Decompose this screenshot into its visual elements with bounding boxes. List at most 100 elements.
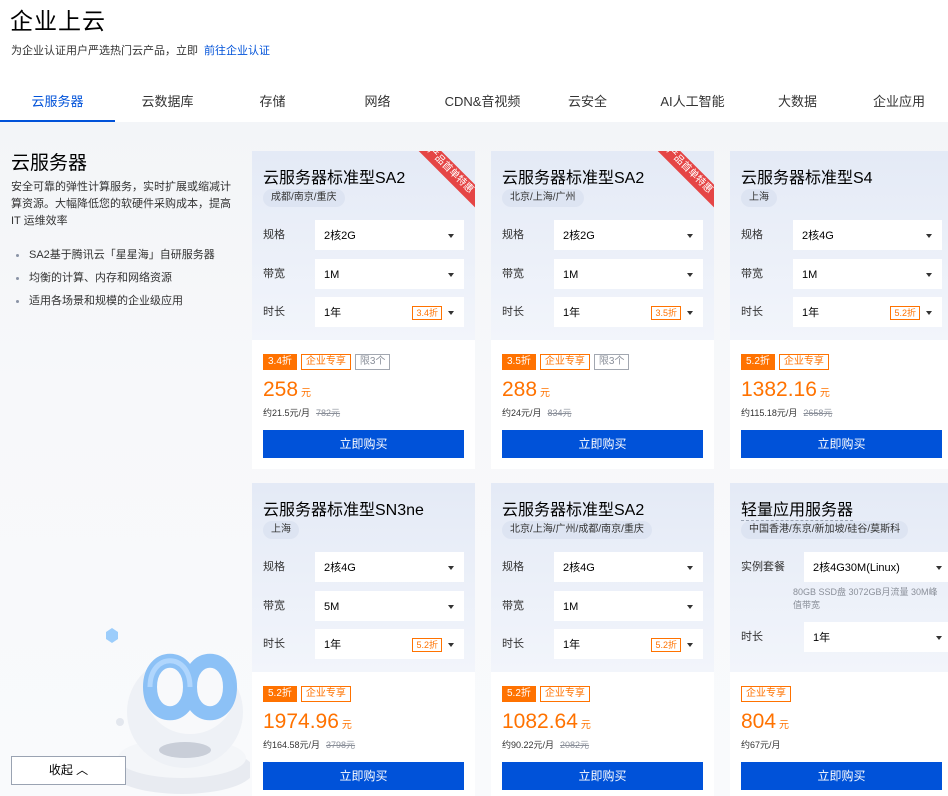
tab-enterprise-apps[interactable]: 企业应用 [850,86,948,122]
tag-list: 企业专享 [741,686,791,702]
chevron-down-icon [926,273,932,277]
chevron-down-icon [936,636,942,640]
duration-value: 1年 [324,307,342,319]
enterprise-tag: 企业专享 [741,686,791,702]
bandwidth-row: 带宽 1M [741,259,942,289]
bandwidth-select[interactable]: 5M [315,591,464,621]
monthly-value: 约67元/月 [741,740,781,750]
duration-select[interactable]: 1年 3.5折 [554,297,703,327]
tab-database[interactable]: 云数据库 [115,86,220,122]
package-note: 80GB SSD盘 3072GB月流量 30M峰值带宽 [793,587,938,610]
buy-button[interactable]: 立即购买 [741,430,942,458]
spec-value: 2核4G [563,562,595,574]
tab-cvm[interactable]: 云服务器 [0,86,115,122]
card-title: 云服务器标准型SA2 [502,502,645,519]
spec-select[interactable]: 2核4G [793,220,942,250]
package-label: 实例套餐 [741,561,785,573]
discount-badge: 3.5折 [651,306,681,320]
bandwidth-select[interactable]: 1M [554,591,703,621]
chevron-down-icon [687,605,693,609]
duration-select[interactable]: 1年 3.4折 [315,297,464,327]
duration-label: 时长 [263,306,285,318]
tab-cdn[interactable]: CDN&音视频 [430,86,535,122]
spec-row: 规格 2核2G [263,220,464,250]
product-card: 产品首单特惠 云服务器标准型SA2 成都/南京/重庆 规格 2核2G 带宽 1M… [252,151,475,469]
chevron-down-icon [448,643,454,647]
discount-tag: 5.2折 [741,354,775,370]
enterprise-auth-link[interactable]: 前往企业认证 [204,45,270,57]
package-select[interactable]: 2核4G30M(Linux) [804,552,948,582]
bandwidth-value: 1M [324,269,340,281]
buy-button[interactable]: 立即购买 [741,762,942,790]
discount-tag: 3.4折 [263,354,297,370]
section-description: 安全可靠的弹性计算服务，实时扩展或缩减计算资源。大幅降低您的软硬件采购成本，提高… [11,181,231,227]
price: 258 元 [263,378,311,402]
tab-bigdata[interactable]: 大数据 [745,86,850,122]
duration-value: 1年 [563,307,581,319]
spec-select[interactable]: 2核4G [554,552,703,582]
buy-button[interactable]: 立即购买 [502,430,703,458]
price-unit: 元 [301,388,312,399]
spec-select[interactable]: 2核4G [315,552,464,582]
chevron-down-icon [448,273,454,277]
subtitle-text: 为企业认证用户严选热门云产品，立即 [11,45,198,57]
tab-security[interactable]: 云安全 [535,86,640,122]
bandwidth-label: 带宽 [263,600,285,612]
duration-value: 1年 [813,632,831,644]
monthly-price: 约115.18元/月 2658元 [741,406,832,419]
section-title: 云服务器 [11,153,88,174]
original-price: 3798元 [326,740,356,750]
price-value: 1974.96 [263,710,339,733]
chevron-down-icon [926,311,932,315]
bandwidth-value: 5M [324,601,340,613]
chevron-down-icon [448,566,454,570]
chevron-down-icon [448,605,454,609]
limit-tag: 限3个 [593,354,630,370]
duration-label: 时长 [263,638,285,650]
tab-storage[interactable]: 存储 [220,86,325,122]
spec-select[interactable]: 2核2G [315,220,464,250]
tag-list: 3.4折 企业专享 限3个 [263,354,391,370]
bandwidth-select[interactable]: 1M [315,259,464,289]
bandwidth-row: 带宽 5M [263,591,464,621]
bandwidth-select[interactable]: 1M [554,259,703,289]
bandwidth-label: 带宽 [502,268,524,280]
bandwidth-value: 1M [563,601,579,613]
duration-select[interactable]: 1年 5.2折 [315,629,464,659]
region-badge: 上海 [263,521,299,539]
discount-badge: 3.4折 [412,306,442,320]
tag-list: 5.2折 企业专享 [741,354,829,370]
price-unit: 元 [580,720,591,731]
duration-row: 时长 1年 [741,622,948,652]
tab-ai[interactable]: AI人工智能 [640,86,745,122]
left-panel: 云服务器 安全可靠的弹性计算服务，实时扩展或缩减计算资源。大幅降低您的软硬件采购… [0,122,250,796]
collapse-label: 收起 [48,763,73,777]
product-card: 产品首单特惠 云服务器标准型SA2 北京/上海/广州 规格 2核2G 带宽 1M… [491,151,714,469]
discount-tag: 5.2折 [502,686,536,702]
spec-select[interactable]: 2核2G [554,220,703,250]
monthly-price: 约90.22元/月 2082元 [502,738,589,751]
monthly-value: 约90.22元/月 [502,740,555,750]
spec-label: 规格 [263,561,285,573]
spec-label: 规格 [263,229,285,241]
buy-button[interactable]: 立即购买 [263,430,464,458]
duration-select[interactable]: 1年 5.2折 [793,297,942,327]
card-title: 云服务器标准型SA2 [263,170,406,187]
tab-network[interactable]: 网络 [325,86,430,122]
region-badge: 成都/南京/重庆 [263,189,345,207]
discount-tag: 3.5折 [502,354,536,370]
bandwidth-value: 1M [563,269,579,281]
buy-button[interactable]: 立即购买 [263,762,464,790]
duration-select[interactable]: 1年 [804,622,948,652]
chevron-down-icon [448,234,454,238]
duration-row: 时长 1年 3.5折 [502,297,703,327]
monthly-value: 约21.5元/月 [263,408,311,418]
collapse-button[interactable]: 收起 ︿ [11,756,126,785]
price-value: 258 [263,378,299,401]
duration-select[interactable]: 1年 5.2折 [554,629,703,659]
bandwidth-select[interactable]: 1M [793,259,942,289]
original-price: 834元 [547,408,572,418]
monthly-price: 约24元/月 834元 [502,406,572,419]
price-unit: 元 [341,720,352,731]
buy-button[interactable]: 立即购买 [502,762,703,790]
